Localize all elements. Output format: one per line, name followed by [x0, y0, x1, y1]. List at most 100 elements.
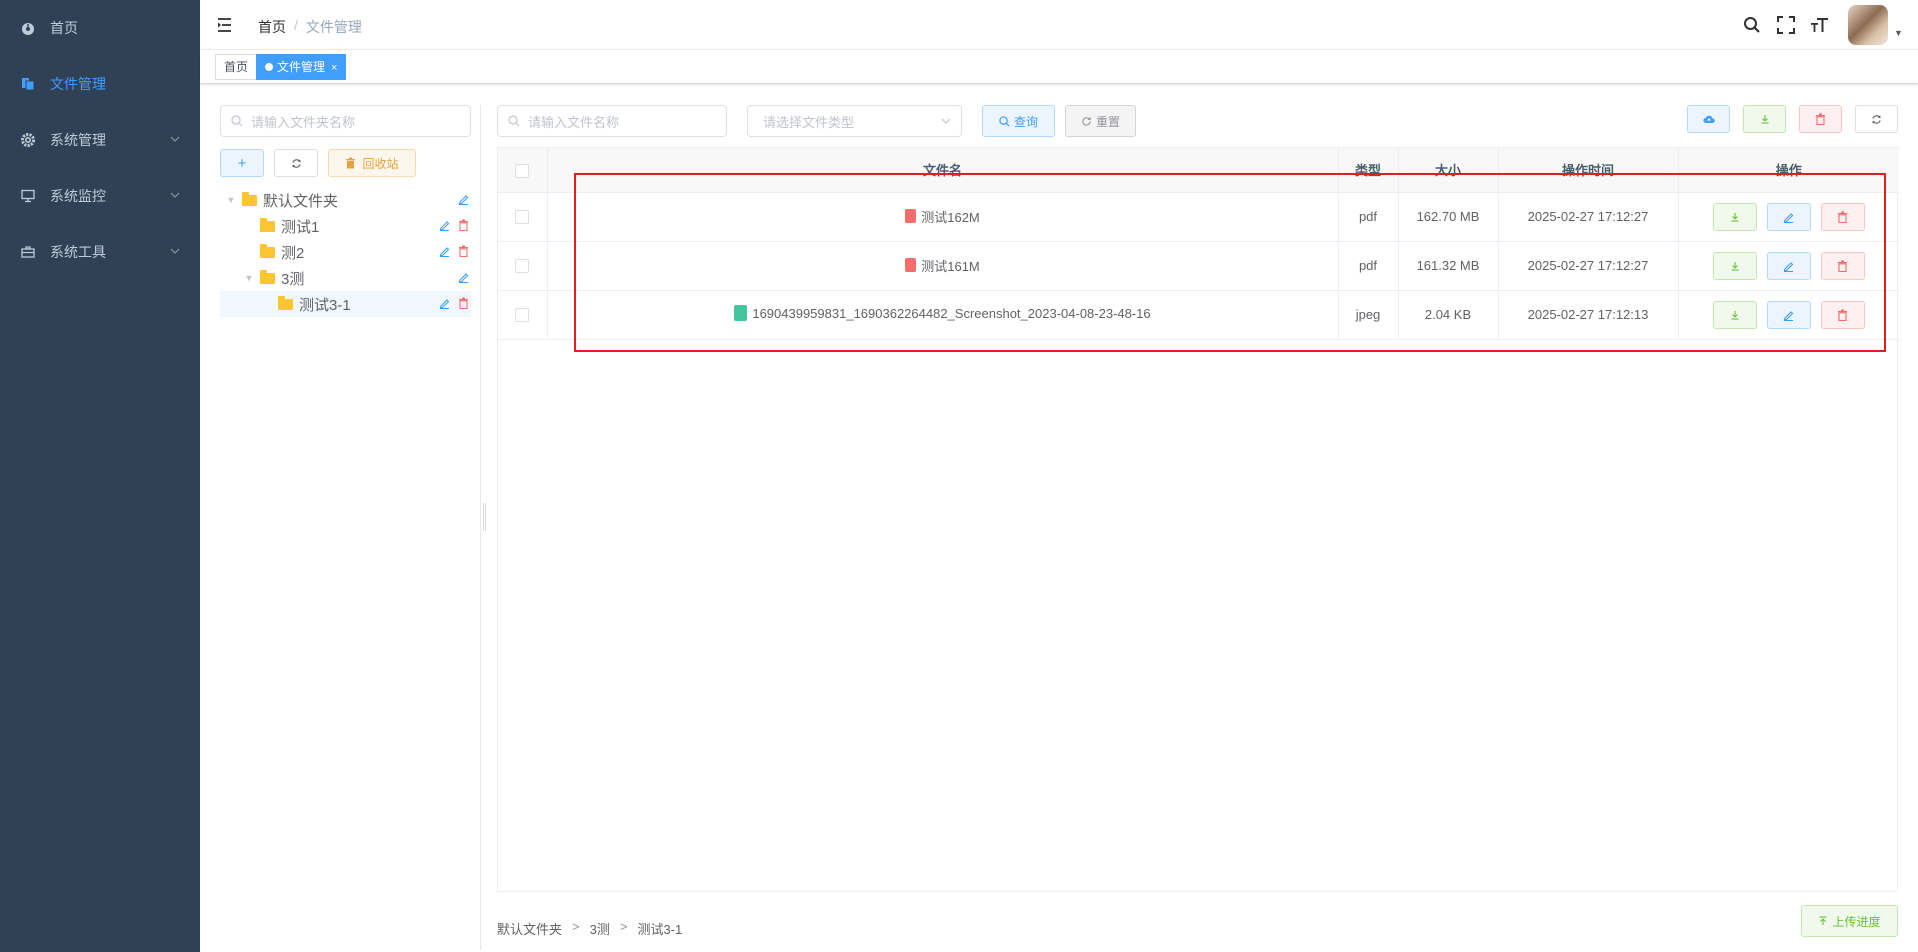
- chevron-down-icon: [170, 192, 180, 198]
- caret-down-icon[interactable]: ▼: [244, 273, 254, 283]
- select-all-checkbox[interactable]: [515, 163, 530, 178]
- batch-delete-button[interactable]: [1799, 105, 1842, 133]
- row-delete-button[interactable]: [1820, 202, 1865, 231]
- font-size-icon[interactable]: [1810, 15, 1830, 35]
- file-name-input[interactable]: 请输入文件名称: [497, 105, 727, 137]
- row-download-button[interactable]: [1712, 251, 1757, 280]
- navbar: 首页 / 文件管理 ▼: [200, 0, 1918, 50]
- tag-home[interactable]: 首页: [215, 54, 258, 80]
- search-icon: [999, 115, 1010, 127]
- path-segment[interactable]: 默认文件夹: [497, 919, 562, 938]
- tree-node-label: 测试3-1: [299, 296, 351, 314]
- row-checkbox[interactable]: [515, 308, 530, 323]
- delete-icon: [1838, 260, 1848, 272]
- delete-icon[interactable]: [458, 297, 469, 309]
- file-panel: 请输入文件名称 请选择文件类型 查询 重置 文件名 类型 大小 操作时间 操作 …: [497, 105, 1899, 937]
- folder-search-placeholder: 请输入文件夹名称: [251, 114, 356, 130]
- file-actions-cell: [1678, 290, 1899, 340]
- file-name[interactable]: 测试162M: [921, 207, 980, 226]
- column-header-size[interactable]: 大小: [1398, 148, 1499, 193]
- edit-icon[interactable]: [439, 297, 450, 309]
- row-download-button[interactable]: [1712, 202, 1757, 231]
- recycle-bin-button[interactable]: 回收站: [328, 149, 416, 177]
- file-type-select[interactable]: 请选择文件类型: [747, 105, 962, 137]
- query-button[interactable]: 查询: [982, 105, 1055, 137]
- avatar[interactable]: [1848, 5, 1888, 45]
- reset-button[interactable]: 重置: [1065, 105, 1136, 137]
- column-header-name[interactable]: 文件名: [547, 148, 1339, 193]
- table-row[interactable]: 1690439959831_1690362264482_Screenshot_2…: [498, 290, 1899, 340]
- tag-label: 文件管理: [277, 60, 326, 74]
- sidebar-item-file-manage[interactable]: 文件管理: [0, 56, 200, 112]
- file-type-cell: pdf: [1338, 192, 1399, 242]
- file-name[interactable]: 1690439959831_1690362264482_Screenshot_2…: [752, 306, 1150, 321]
- gear-icon: [20, 132, 36, 148]
- tree-node-default-folder[interactable]: ▼ 默认文件夹: [220, 187, 471, 213]
- row-delete-button[interactable]: [1820, 251, 1865, 280]
- edit-icon[interactable]: [439, 245, 450, 257]
- tree-node-test1[interactable]: ▼ 测试1: [220, 213, 471, 239]
- sidebar-item-system-monitor[interactable]: 系统监控: [0, 168, 200, 224]
- column-header-actions: 操作: [1678, 148, 1899, 193]
- row-download-button[interactable]: [1712, 300, 1757, 329]
- folder-icon: [260, 217, 275, 232]
- row-checkbox[interactable]: [515, 210, 530, 225]
- file-size-cell: 162.70 MB: [1398, 192, 1499, 242]
- folder-icon: [260, 243, 275, 258]
- download-icon: [1761, 115, 1768, 124]
- file-name[interactable]: 测试161M: [921, 256, 980, 275]
- upload-progress-button[interactable]: 上传进度: [1801, 905, 1898, 937]
- hamburger-icon[interactable]: [216, 15, 236, 35]
- refresh-list-button[interactable]: [1855, 105, 1898, 133]
- upload-button[interactable]: [1687, 105, 1730, 133]
- table-row[interactable]: 测试161M pdf 161.32 MB 2025-02-27 17:12:27: [498, 241, 1899, 291]
- breadcrumb-home[interactable]: 首页: [258, 17, 286, 37]
- sidebar-item-home[interactable]: 首页: [0, 0, 200, 56]
- toolbox-icon: [20, 244, 36, 260]
- panel-divider: [480, 105, 481, 950]
- row-select-cell: [498, 241, 548, 291]
- refresh-folder-button[interactable]: [274, 149, 318, 177]
- delete-icon: [1816, 113, 1825, 125]
- add-folder-button[interactable]: +: [220, 149, 264, 177]
- sidebar-item-system-manage[interactable]: 系统管理: [0, 112, 200, 168]
- refresh-icon: [291, 158, 301, 168]
- caret-down-icon[interactable]: ▼: [1894, 28, 1904, 38]
- tree-node-test2[interactable]: ▼ 测2: [220, 239, 471, 265]
- fullscreen-icon[interactable]: [1776, 15, 1796, 35]
- current-path: 默认文件夹 > 3测 > 测试3-1: [497, 919, 682, 938]
- row-edit-button[interactable]: [1766, 202, 1811, 231]
- breadcrumb: 首页 / 文件管理: [258, 17, 362, 37]
- column-header-type[interactable]: 类型: [1338, 148, 1399, 193]
- row-edit-button[interactable]: [1766, 251, 1811, 280]
- edit-icon[interactable]: [458, 193, 469, 205]
- delete-icon[interactable]: [458, 245, 469, 257]
- caret-down-icon[interactable]: ▼: [226, 195, 236, 205]
- recycle-bin-label: 回收站: [362, 156, 399, 171]
- search-icon[interactable]: [1742, 15, 1762, 35]
- file-time-cell: 2025-02-27 17:12:27: [1498, 241, 1679, 291]
- sidebar-item-system-tools[interactable]: 系统工具: [0, 224, 200, 280]
- edit-icon[interactable]: [458, 271, 469, 283]
- table-row[interactable]: 测试162M pdf 162.70 MB 2025-02-27 17:12:27: [498, 192, 1899, 242]
- row-checkbox[interactable]: [515, 259, 530, 274]
- folder-icon: [260, 269, 275, 284]
- resize-handle[interactable]: [483, 503, 486, 531]
- delete-icon[interactable]: [458, 219, 469, 231]
- row-edit-button[interactable]: [1766, 300, 1811, 329]
- row-delete-button[interactable]: [1820, 300, 1865, 329]
- edit-icon[interactable]: [439, 219, 450, 231]
- folder-search-input[interactable]: 请输入文件夹名称: [220, 105, 471, 137]
- download-button[interactable]: [1743, 105, 1786, 133]
- file-size-cell: 161.32 MB: [1398, 241, 1499, 291]
- path-segment[interactable]: 3测: [590, 919, 610, 938]
- pdf-file-icon: [905, 209, 917, 224]
- tree-node-test3-1[interactable]: ▼ 测试3-1: [220, 291, 471, 317]
- close-icon[interactable]: ×: [331, 62, 337, 74]
- column-header-time[interactable]: 操作时间: [1498, 148, 1679, 193]
- tree-node-3ce[interactable]: ▼ 3测: [220, 265, 471, 291]
- sidebar-item-label: 文件管理: [50, 76, 106, 92]
- tag-file-manage[interactable]: 文件管理 ×: [256, 54, 347, 80]
- path-segment[interactable]: 测试3-1: [637, 919, 682, 938]
- delete-icon: [1838, 309, 1848, 321]
